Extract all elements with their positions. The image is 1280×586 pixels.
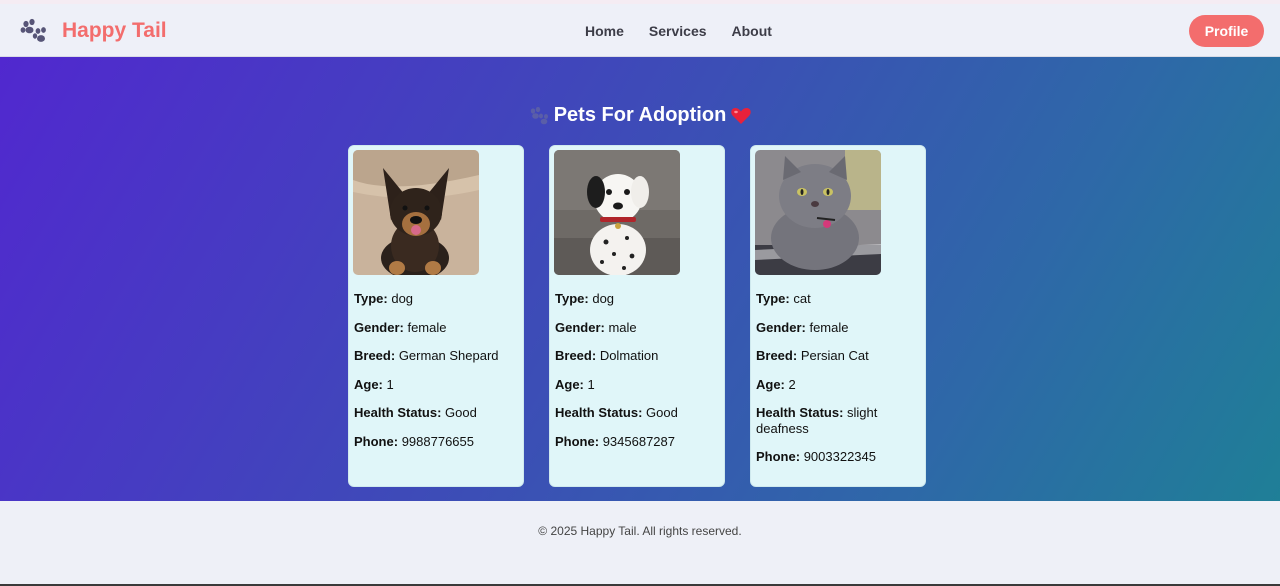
- pet-age: 1: [386, 376, 394, 392]
- pet-type: cat: [793, 291, 811, 306]
- main-nav: Home Services About: [585, 4, 772, 57]
- pet-gender-row: Gender: female: [756, 319, 849, 335]
- dalmatian-puppy-photo: [554, 150, 680, 275]
- pet-age: 1: [587, 376, 595, 392]
- pet-type: dog: [391, 291, 414, 306]
- pet-age-row: Age: 2: [756, 376, 796, 392]
- pet-age-row: Age: 1: [354, 376, 394, 392]
- site-header: Happy Tail Home Services About Profile: [0, 4, 1280, 57]
- pet-breed-row: Breed: Persian Cat: [756, 348, 869, 363]
- pet-health: Good: [445, 405, 477, 420]
- pet-gender-row: Gender: male: [555, 319, 637, 335]
- pet-info: Type: cat Gender: female Breed: Persian …: [756, 291, 916, 478]
- pet-health-row: Health Status: Good: [555, 405, 678, 420]
- copyright-text: © 2025 Happy Tail. All rights reserved.: [538, 524, 742, 538]
- pet-phone-row: Phone: 9988776655: [354, 433, 474, 449]
- site-footer: © 2025 Happy Tail. All rights reserved.: [0, 501, 1280, 584]
- german-shepherd-puppy-photo: [353, 150, 479, 275]
- pet-breed: Dolmation: [599, 348, 659, 363]
- nav-services-link[interactable]: Services: [649, 23, 707, 39]
- paw-icon: [20, 18, 48, 44]
- pet-health-row: Health Status: Good: [354, 405, 477, 420]
- pet-phone-row: Phone: 9003322345: [756, 449, 876, 464]
- pet-info: Type: dog Gender: female Breed: German S…: [354, 291, 514, 462]
- pet-breed-row: Breed: German Shepard: [354, 348, 499, 363]
- pet-gender: female: [407, 319, 447, 335]
- pet-age-row: Age: 1: [555, 376, 595, 392]
- adoption-section: Pets For Adoption Type: dog Gender: fema…: [0, 57, 1280, 501]
- pet-card[interactable]: Type: dog Gender: female Breed: German S…: [348, 145, 524, 487]
- pet-breed: German Shepard: [398, 348, 499, 363]
- pet-phone: 9988776655: [401, 433, 474, 449]
- pet-card[interactable]: Type: dog Gender: male Breed: Dolmation …: [549, 145, 725, 487]
- brand-name: Happy Tail: [62, 18, 167, 42]
- pet-age: 2: [788, 376, 796, 392]
- persian-cat-photo: [755, 150, 881, 275]
- pet-phone: 9345687287: [602, 433, 675, 449]
- pet-info: Type: dog Gender: male Breed: Dolmation …: [555, 291, 715, 462]
- page-title: Pets For Adoption: [0, 104, 1280, 127]
- pet-type-row: Type: cat: [756, 291, 811, 306]
- pet-gender: male: [608, 319, 637, 335]
- pet-type: dog: [592, 291, 615, 306]
- pet-breed-row: Breed: Dolmation: [555, 348, 659, 363]
- profile-button[interactable]: Profile: [1189, 15, 1264, 47]
- pet-breed: Persian Cat: [800, 348, 869, 363]
- nav-about-link[interactable]: About: [732, 23, 772, 39]
- pet-card[interactable]: Type: cat Gender: female Breed: Persian …: [750, 145, 926, 487]
- pet-phone-row: Phone: 9345687287: [555, 433, 675, 449]
- pet-type-row: Type: dog: [555, 291, 615, 306]
- pet-gender: female: [809, 319, 849, 335]
- page-title-text: Pets For Adoption: [553, 104, 727, 126]
- heart-icon: [730, 106, 752, 126]
- pet-type-row: Type: dog: [354, 291, 414, 306]
- paw-icon: [528, 106, 550, 126]
- pet-gender-row: Gender: female: [354, 319, 447, 335]
- pet-phone: 9003322345: [803, 449, 876, 464]
- pet-health: Good: [646, 405, 678, 420]
- brand[interactable]: Happy Tail: [20, 4, 167, 57]
- pet-health-row: Health Status: slight deafness: [756, 405, 878, 436]
- nav-home-link[interactable]: Home: [585, 23, 624, 39]
